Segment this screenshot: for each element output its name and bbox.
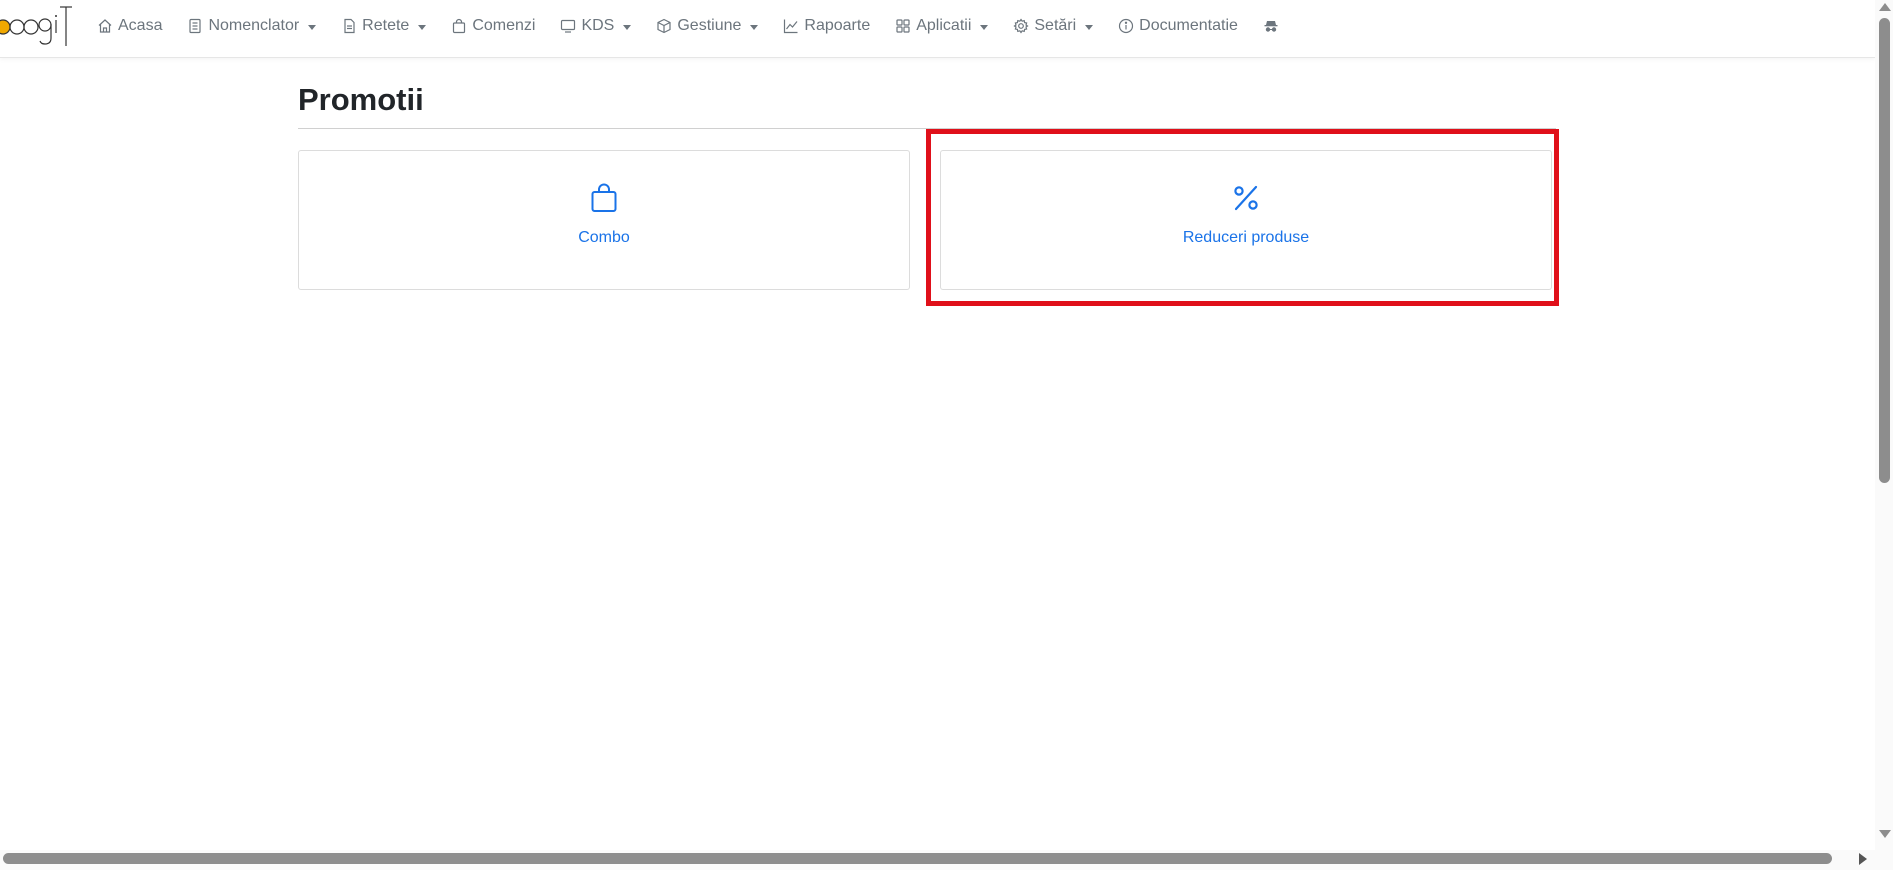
main-nav: Acasa Nomenclator Retete Comenzi KDS Ges… [97, 0, 1309, 52]
caret-down-icon [418, 24, 427, 30]
caret-down-icon [980, 24, 989, 30]
title-divider [298, 128, 1556, 129]
page-title: Promotii [298, 82, 424, 117]
nav-item-label: Setări [1034, 17, 1077, 34]
nav-item-label: KDS [581, 17, 615, 34]
grid-icon [895, 18, 911, 34]
nav-item-nomenclator[interactable]: Nomenclator [187, 17, 317, 35]
nav-item-setari[interactable]: Setări [1013, 17, 1094, 35]
nav-item-label: Documentatie [1139, 17, 1238, 34]
scroll-down-arrow-icon[interactable] [1879, 830, 1891, 838]
nav-item-rapoarte[interactable]: Rapoarte [783, 17, 870, 35]
line-chart-icon [783, 18, 799, 34]
scroll-right-arrow-icon[interactable] [1859, 853, 1867, 865]
reduceri-produse-card[interactable]: Reduceri produse [940, 150, 1552, 290]
combo-card[interactable]: Combo [298, 150, 910, 290]
nav-item-label: Rapoarte [804, 17, 871, 34]
top-navbar: Acasa Nomenclator Retete Comenzi KDS Ges… [0, 0, 1875, 58]
vertical-scroll-thumb[interactable] [1879, 18, 1890, 483]
gear-icon [1013, 18, 1029, 34]
nav-item-comenzi[interactable]: Comenzi [451, 17, 535, 35]
nav-item-label: Aplicatii [916, 17, 972, 34]
caret-down-icon [1085, 24, 1094, 30]
house-icon [97, 18, 113, 34]
shopping-bag-icon [451, 18, 467, 34]
box-icon [656, 18, 672, 34]
horizontal-scrollbar[interactable] [0, 850, 1875, 870]
brand-logo[interactable] [0, 2, 72, 48]
incognito-icon [1263, 18, 1279, 34]
nav-item-documentatie[interactable]: Documentatie [1118, 17, 1238, 35]
nav-item-label: Nomenclator [208, 17, 300, 34]
nav-item-label: Gestiune [677, 17, 742, 34]
monitor-icon [560, 18, 576, 34]
caret-down-icon [750, 24, 759, 30]
nav-item-kds[interactable]: KDS [560, 17, 632, 35]
info-circle-icon [1118, 18, 1134, 34]
caret-down-icon [308, 24, 317, 30]
card-label: Reduceri produse [1182, 229, 1310, 246]
nav-item-retete[interactable]: Retete [341, 17, 427, 35]
nav-item-gestiune[interactable]: Gestiune [656, 17, 759, 35]
nav-item-aplicatii[interactable]: Aplicatii [895, 17, 989, 35]
card-label: Combo [578, 229, 630, 246]
nav-item-label: Acasa [118, 17, 163, 34]
nav-item-incognito[interactable] [1263, 18, 1284, 34]
vertical-scrollbar[interactable] [1875, 0, 1893, 870]
horizontal-scroll-thumb[interactable] [3, 853, 1832, 864]
nav-item-acasa[interactable]: Acasa [97, 17, 162, 35]
nav-item-label: Comenzi [472, 17, 536, 34]
percent-icon [1229, 181, 1263, 215]
document-icon [341, 18, 357, 34]
shopping-bag-icon [587, 181, 621, 215]
scroll-up-arrow-icon[interactable] [1879, 3, 1891, 11]
nav-item-label: Retete [362, 17, 410, 34]
list-book-icon [187, 18, 203, 34]
caret-down-icon [623, 24, 632, 30]
